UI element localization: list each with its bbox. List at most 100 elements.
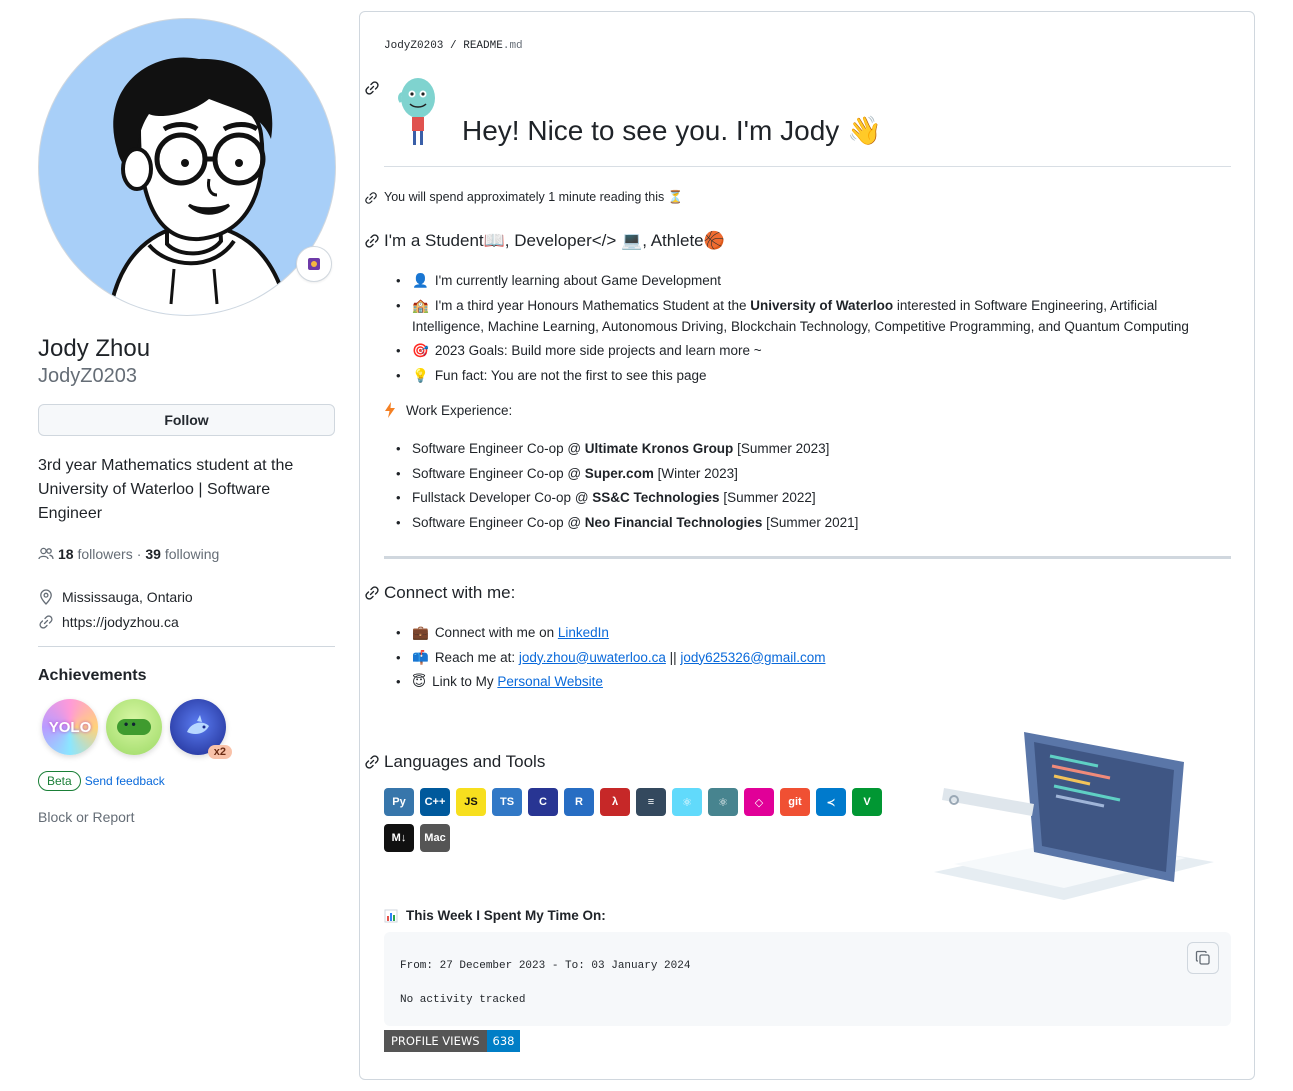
crumb-file-ext: .md: [502, 40, 523, 52]
crumb-file-link[interactable]: README.md: [463, 40, 522, 52]
status-emoji-icon: [308, 258, 320, 270]
list-item: Software Engineer Co-op @ Neo Financial …: [384, 512, 1224, 533]
link-icon[interactable]: [364, 80, 380, 96]
profile-details: Mississauga, Ontario https://jodyzhou.ca: [38, 584, 336, 634]
about-emoji: 👤: [412, 273, 429, 288]
work-experience-label-row: Work Experience:: [384, 402, 512, 418]
avatar-container: [38, 18, 336, 316]
follow-stats: 18 followers · 39 following: [38, 546, 336, 562]
achievements-title: Achievements: [38, 667, 147, 684]
git-icon: git: [780, 788, 810, 816]
connect-list: 💼 Connect with me on LinkedIn 📫 Reach me a…: [384, 622, 1224, 696]
email-gmail-link[interactable]: jody625326@gmail.com: [680, 650, 825, 665]
laptop-illustration: [934, 732, 1214, 900]
work-term: [Summer 2023]: [733, 441, 830, 456]
vim-icon: V: [852, 788, 882, 816]
work-company: Super.com: [584, 465, 654, 481]
sql-icon: ≡: [636, 788, 666, 816]
block-report-link[interactable]: Block or Report: [38, 809, 336, 825]
location-item: Mississauga, Ontario: [38, 584, 336, 609]
email-uwaterloo-link[interactable]: jody.zhou@uwaterloo.ca: [519, 650, 666, 665]
work-term: [Winter 2023]: [653, 465, 738, 481]
tools-heading: Languages and Tools: [384, 752, 546, 771]
zap-icon: [385, 402, 395, 418]
readme-heading: Hey! Nice to see you. I'm Jody 👋: [462, 115, 882, 146]
location-text: Mississauga, Ontario: [62, 588, 193, 605]
reach-prefix: Reach me at:: [434, 649, 519, 665]
follow-button[interactable]: Follow: [38, 404, 335, 436]
mailbox-icon: 📫: [412, 649, 429, 665]
crumb-user-link[interactable]: JodyZ0203: [384, 40, 443, 52]
profile-views-count: 638: [486, 1030, 521, 1052]
yolo-badge-label: YOLO: [48, 718, 92, 736]
personal-website-link[interactable]: Personal Website: [497, 674, 603, 689]
vscode-icon: ≺: [816, 788, 846, 816]
python-icon: Py: [384, 788, 414, 816]
tools-heading-row: Languages and Tools: [364, 752, 545, 772]
react-icon: ⚛: [672, 788, 702, 816]
reading-time-row: You will spend approximately 1 minute re…: [364, 190, 683, 205]
work-company: Neo Financial Technologies: [584, 514, 763, 530]
graphql-icon: ◇: [744, 788, 774, 816]
about-text: I'm currently learning about Game Develo…: [434, 273, 722, 288]
connect-heading-row: Connect with me:: [364, 583, 515, 603]
connect-heading: Connect with me:: [384, 583, 516, 602]
reading-time-text: You will spend approximately 1 minute re…: [384, 190, 684, 204]
code-activity: No activity tracked: [400, 994, 526, 1006]
mac-icon: Mac: [420, 824, 450, 852]
briefcase-icon: 💼: [412, 625, 429, 640]
readme-panel: JodyZ0203 / README.md Hey! Nice to see y…: [359, 11, 1255, 1080]
yolo-badge[interactable]: YOLO: [42, 699, 98, 755]
location-icon: [40, 588, 52, 605]
people-icon: [38, 547, 54, 560]
heading-rule: [384, 166, 1231, 167]
about-text: Fun fact: You are not the first to see t…: [434, 367, 707, 383]
profile-views-badge: PROFILE VIEWS 638: [384, 1030, 521, 1052]
followers-label: followers: [77, 546, 133, 562]
list-item: Software Engineer Co-op @ Ultimate Krono…: [384, 438, 1224, 459]
about-emoji: 💡: [412, 367, 429, 383]
c-icon: C: [528, 788, 558, 816]
followers-link[interactable]: 18 followers: [58, 546, 133, 562]
link-icon[interactable]: [364, 754, 380, 770]
intro-heading-row: I'm a Student📖, Developer</> 💻, Athlete🏀: [364, 231, 725, 251]
about-emoji: 🏫: [412, 297, 429, 313]
week-heading: This Week I Spent My Time On:: [406, 908, 606, 923]
list-item: 📫Reach me at: jody.zhou@uwaterloo.ca || …: [384, 647, 1224, 668]
website-item[interactable]: https://jodyzhou.ca: [38, 609, 336, 634]
link-icon[interactable]: [364, 233, 380, 249]
pair-extraordinaire-badge[interactable]: [106, 699, 162, 755]
avatar-illustration: [107, 57, 291, 315]
crumb-separator: /: [443, 40, 464, 52]
r-icon: R: [564, 788, 594, 816]
stats-separator: ·: [136, 546, 142, 562]
linkedin-link[interactable]: LinkedIn: [558, 625, 609, 640]
profile-views-label: PROFILE VIEWS: [384, 1030, 487, 1052]
set-status-button[interactable]: [296, 246, 332, 282]
electron-icon: ⚛: [708, 788, 738, 816]
javascript-icon: JS: [456, 788, 486, 816]
copy-button[interactable]: [1187, 942, 1219, 974]
pull-shark-badge[interactable]: x2: [170, 699, 232, 759]
work-role: Software Engineer Co-op @: [412, 465, 585, 481]
list-item: 🏫 I'm a third year Honours Mathematics St…: [384, 295, 1224, 337]
link-icon[interactable]: [364, 191, 378, 205]
sidebar-divider: [38, 646, 335, 647]
achievement-badges: YOLO x2: [38, 699, 336, 759]
shark-icon: [187, 715, 209, 734]
website-link[interactable]: https://jodyzhou.ca: [62, 614, 179, 630]
send-feedback-link[interactable]: Send feedback: [85, 774, 165, 788]
profile-login: JodyZ0203: [38, 365, 137, 387]
site-prefix: Link to My: [432, 674, 498, 689]
work-term: [Summer 2021]: [762, 514, 859, 530]
avatar[interactable]: [38, 18, 336, 316]
work-company: SS&C Technologies: [592, 490, 720, 505]
beta-feedback-row: Beta Send feedback: [38, 771, 336, 791]
following-link[interactable]: 39 following: [145, 546, 219, 562]
about-text: 2023 Goals: Build more side projects and…: [434, 343, 762, 358]
smiley-icon: 😇: [412, 674, 427, 689]
beta-label: Beta: [38, 771, 81, 791]
copy-icon: [1195, 950, 1210, 965]
link-icon[interactable]: [364, 585, 380, 601]
pea-pod-icon: [117, 717, 151, 735]
